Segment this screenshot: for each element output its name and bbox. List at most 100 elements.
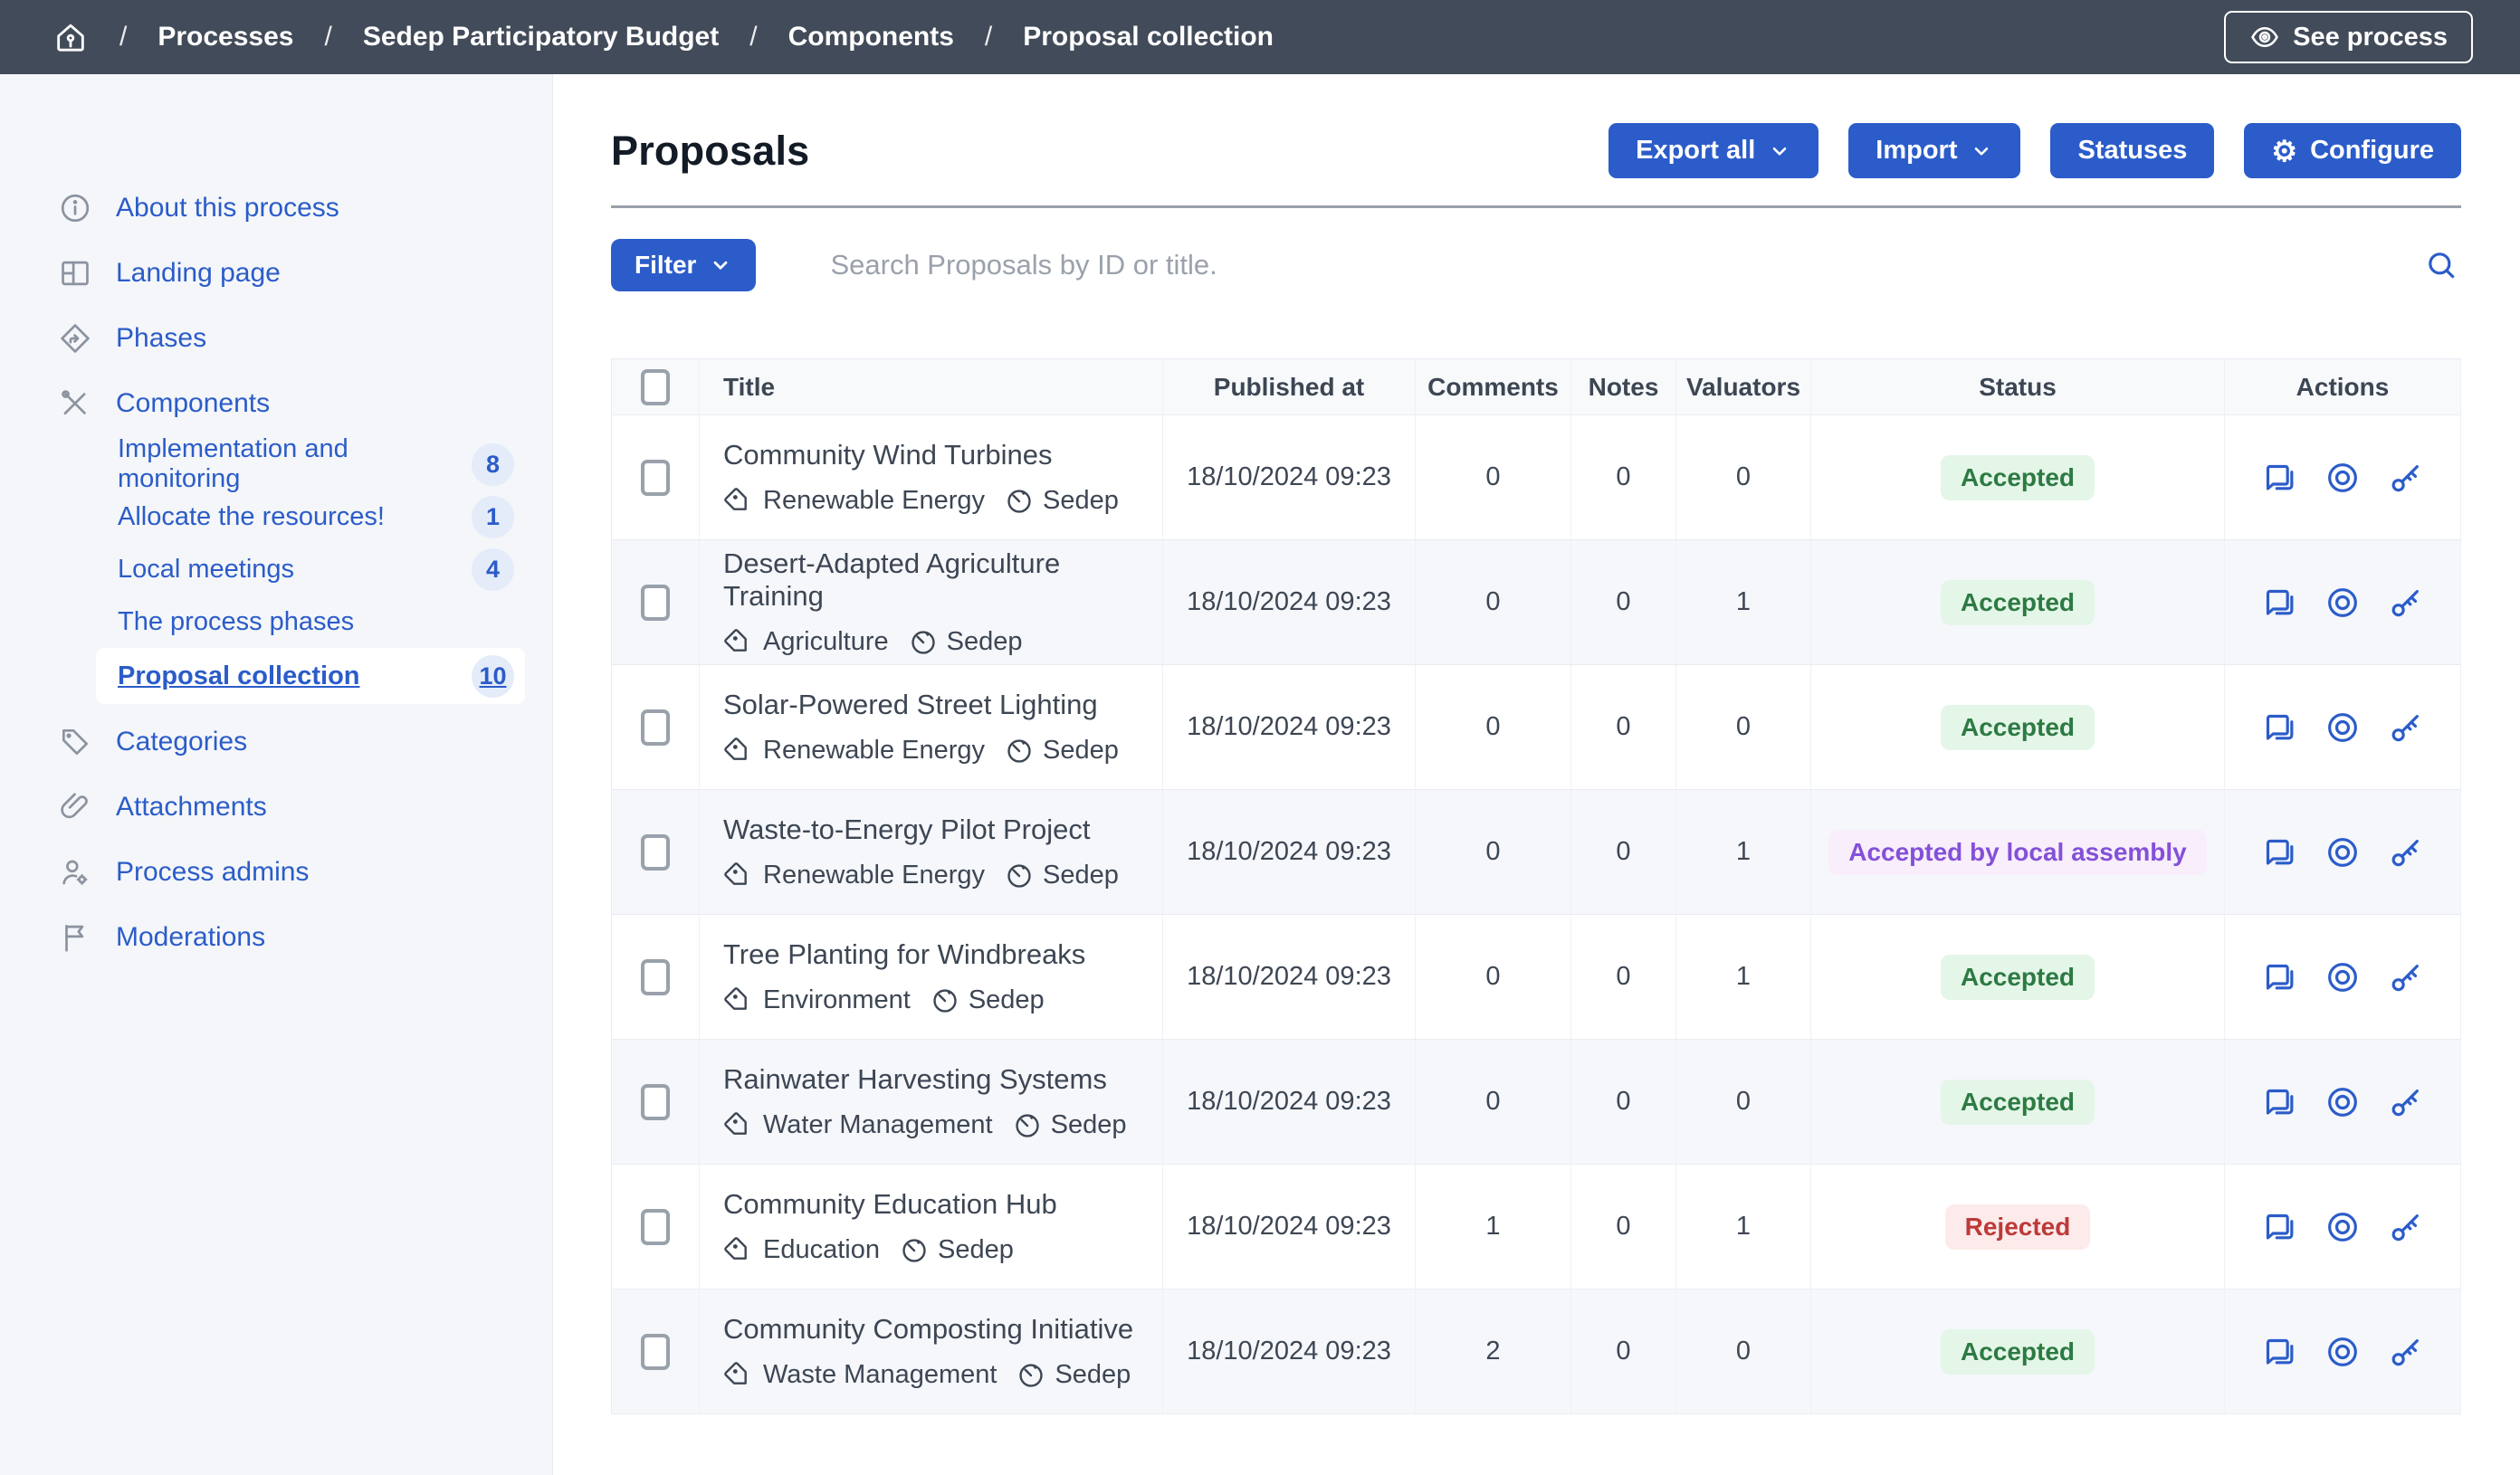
sidebar-item-components[interactable]: Components	[0, 371, 552, 436]
row-checkbox[interactable]	[641, 460, 670, 496]
sidebar-item-categories[interactable]: Categories	[0, 709, 552, 775]
preview-eye-icon[interactable]	[2324, 460, 2361, 496]
proposal-title-link[interactable]: Community Composting Initiative	[723, 1313, 1162, 1346]
notes-count: 0	[1571, 790, 1676, 915]
proposal-title-link[interactable]: Rainwater Harvesting Systems	[723, 1063, 1162, 1096]
answer-proposal-icon[interactable]	[2261, 1334, 2297, 1370]
sidebar-item-proposal-collection[interactable]: Proposal collection 10	[96, 648, 525, 704]
breadcrumb-proposal-collection[interactable]: Proposal collection	[1023, 22, 1274, 52]
permissions-key-icon[interactable]	[2388, 460, 2424, 496]
valuators-count: 1	[1676, 540, 1811, 665]
proposal-title-link[interactable]: Community Wind Turbines	[723, 439, 1162, 471]
preview-eye-icon[interactable]	[2324, 585, 2361, 621]
sidebar-item-landing-page[interactable]: Landing page	[0, 241, 552, 306]
chevron-down-icon	[1768, 139, 1791, 163]
permissions-key-icon[interactable]	[2388, 959, 2424, 995]
answer-proposal-icon[interactable]	[2261, 460, 2297, 496]
table-row: Community Composting Initiative Waste Ma…	[612, 1289, 2461, 1414]
sidebar-item-about[interactable]: About this process	[0, 176, 552, 241]
proposal-title-link[interactable]: Desert-Adapted Agriculture Training	[723, 547, 1162, 613]
sidebar-item-implementation-monitoring[interactable]: Implementation and monitoring 8	[96, 438, 525, 490]
proposal-title-link[interactable]: Community Education Hub	[723, 1188, 1162, 1221]
status-badge: Accepted	[1941, 455, 2095, 500]
proposal-scope: Sedep	[1043, 861, 1119, 890]
preview-eye-icon[interactable]	[2324, 1334, 2361, 1370]
filter-button[interactable]: Filter	[611, 239, 756, 291]
sidebar-item-moderations[interactable]: Moderations	[0, 905, 552, 970]
valuators-count: 0	[1676, 415, 1811, 540]
scope-icon	[1005, 861, 1034, 890]
proposal-title-link[interactable]: Waste-to-Energy Pilot Project	[723, 814, 1162, 846]
proposal-scope: Sedep	[1051, 1110, 1127, 1140]
count-badge: 8	[472, 443, 514, 486]
sidebar-item-process-phases[interactable]: The process phases	[96, 595, 525, 648]
export-all-button[interactable]: Export all	[1608, 123, 1818, 178]
published-at-cell: 18/10/2024 09:23	[1163, 1289, 1416, 1414]
proposal-category: Renewable Energy	[763, 486, 985, 516]
process-sidebar: About this process Landing page Phases C…	[0, 74, 553, 1475]
column-header-actions: Actions	[2225, 359, 2461, 415]
permissions-key-icon[interactable]	[2388, 834, 2424, 871]
column-header-published-at: Published at	[1163, 359, 1416, 415]
preview-eye-icon[interactable]	[2324, 709, 2361, 746]
proposal-title-link[interactable]: Solar-Powered Street Lighting	[723, 689, 1162, 721]
row-checkbox[interactable]	[641, 1209, 670, 1245]
permissions-key-icon[interactable]	[2388, 1334, 2424, 1370]
layout-icon	[58, 256, 92, 290]
answer-proposal-icon[interactable]	[2261, 1209, 2297, 1245]
row-checkbox[interactable]	[641, 585, 670, 621]
breadcrumb-components[interactable]: Components	[788, 22, 954, 52]
permissions-key-icon[interactable]	[2388, 709, 2424, 746]
preview-eye-icon[interactable]	[2324, 1084, 2361, 1120]
permissions-key-icon[interactable]	[2388, 1209, 2424, 1245]
import-button[interactable]: Import	[1848, 123, 2020, 178]
answer-proposal-icon[interactable]	[2261, 834, 2297, 871]
preview-eye-icon[interactable]	[2324, 1209, 2361, 1245]
home-icon[interactable]	[52, 19, 89, 55]
search-icon[interactable]	[2421, 245, 2461, 285]
configure-button[interactable]: ⚙ Configure	[2244, 123, 2461, 178]
proposal-title-link[interactable]: Tree Planting for Windbreaks	[723, 938, 1162, 971]
table-row: Solar-Powered Street Lighting Renewable …	[612, 665, 2461, 790]
permissions-key-icon[interactable]	[2388, 1084, 2424, 1120]
sidebar-item-process-admins[interactable]: Process admins	[0, 840, 552, 905]
search-input[interactable]	[830, 249, 2421, 281]
sidebar-item-local-meetings[interactable]: Local meetings 4	[96, 543, 525, 595]
category-tag-icon	[723, 1236, 752, 1265]
notes-count: 0	[1571, 415, 1676, 540]
answer-proposal-icon[interactable]	[2261, 959, 2297, 995]
see-process-button[interactable]: See process	[2224, 11, 2473, 63]
breadcrumb-processes[interactable]: Processes	[158, 22, 293, 52]
published-at-cell: 18/10/2024 09:23	[1163, 915, 1416, 1040]
row-checkbox[interactable]	[641, 834, 670, 871]
sidebar-item-phases[interactable]: Phases	[0, 306, 552, 371]
row-checkbox[interactable]	[641, 709, 670, 746]
sidebar-item-attachments[interactable]: Attachments	[0, 775, 552, 840]
comments-count: 0	[1416, 1040, 1571, 1165]
valuators-count: 1	[1676, 790, 1811, 915]
statuses-button[interactable]: Statuses	[2050, 123, 2214, 178]
status-badge: Accepted by local assembly	[1828, 830, 2207, 875]
row-checkbox[interactable]	[641, 959, 670, 995]
table-row: Tree Planting for Windbreaks Environment…	[612, 915, 2461, 1040]
answer-proposal-icon[interactable]	[2261, 1084, 2297, 1120]
eye-icon	[2249, 22, 2280, 52]
proposal-category: Renewable Energy	[763, 861, 985, 890]
export-all-label: Export all	[1636, 136, 1755, 166]
comments-count: 0	[1416, 415, 1571, 540]
select-all-checkbox[interactable]	[641, 369, 670, 405]
proposal-category: Education	[763, 1235, 880, 1265]
proposal-scope: Sedep	[1043, 736, 1119, 766]
preview-eye-icon[interactable]	[2324, 834, 2361, 871]
permissions-key-icon[interactable]	[2388, 585, 2424, 621]
breadcrumb-process-name[interactable]: Sedep Participatory Budget	[363, 22, 719, 52]
answer-proposal-icon[interactable]	[2261, 709, 2297, 746]
info-icon	[58, 191, 92, 225]
valuators-count: 0	[1676, 1040, 1811, 1165]
preview-eye-icon[interactable]	[2324, 959, 2361, 995]
sidebar-item-allocate-resources[interactable]: Allocate the resources! 1	[96, 490, 525, 543]
answer-proposal-icon[interactable]	[2261, 585, 2297, 621]
row-checkbox[interactable]	[641, 1084, 670, 1120]
row-checkbox[interactable]	[641, 1334, 670, 1370]
see-process-label: See process	[2293, 23, 2448, 52]
